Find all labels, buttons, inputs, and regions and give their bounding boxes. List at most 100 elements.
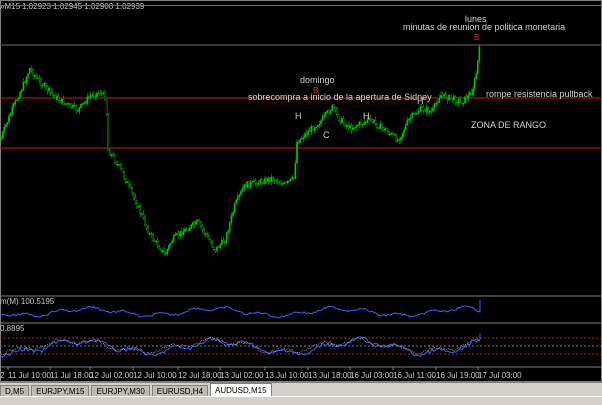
candle-body: [349, 125, 351, 129]
candle-body: [326, 110, 329, 113]
candle-body: [272, 176, 274, 181]
candle-body: [462, 102, 465, 105]
candle-body: [68, 103, 71, 105]
candle-body: [304, 133, 306, 138]
candle-body: [145, 224, 148, 228]
candle-body: [198, 219, 201, 223]
candle-body: [401, 132, 404, 138]
candle-body: [76, 110, 79, 112]
candle-body: [116, 163, 119, 166]
candle-body: [257, 183, 260, 186]
candle-body: [365, 121, 367, 124]
candle-body: [12, 103, 15, 108]
candle-body: [196, 219, 199, 222]
candle-body: [163, 250, 166, 254]
candle-body: [75, 105, 77, 111]
chart-canvas[interactable]: »M15 1.02923 1.02945 1.02900 1.02939 lun…: [0, 0, 602, 382]
candle-body: [244, 184, 247, 188]
candle-body: [188, 227, 191, 231]
candle-body: [86, 96, 89, 104]
candle-body: [59, 100, 61, 103]
candle-body: [429, 110, 431, 113]
time-label: 12 Jul 02:00: [90, 371, 134, 380]
candle-body: [325, 111, 327, 116]
indicator-2-label: 0.8895: [0, 324, 25, 333]
time-label: 16 Jul 19:00: [436, 371, 480, 380]
candle-body: [437, 102, 439, 104]
candle-body: [0, 137, 2, 141]
candle-body: [369, 117, 372, 120]
candle-body: [440, 95, 442, 99]
candle-body: [299, 138, 302, 144]
candle-body: [126, 181, 129, 184]
candle-body: [171, 240, 174, 244]
candle-body: [289, 178, 292, 182]
candle-body: [53, 93, 55, 96]
candle-body: [379, 123, 382, 129]
candle-body: [212, 246, 215, 250]
candle-body: [22, 81, 25, 91]
candle-body: [61, 98, 63, 103]
annotation-rompe: rompe resistencia pullback: [486, 89, 593, 99]
candle-body: [94, 95, 97, 98]
candle-body: [329, 110, 332, 114]
candle-body: [107, 114, 109, 151]
candle-body: [148, 233, 151, 235]
candle-body: [30, 67, 33, 70]
candle-body: [312, 126, 314, 131]
candle-body: [448, 94, 450, 101]
candle-body: [16, 99, 18, 102]
candle-body: [78, 107, 81, 112]
chart-window[interactable]: »M15 1.02923 1.02945 1.02900 1.02939 lun…: [0, 0, 602, 382]
candle-body: [281, 183, 284, 185]
candle-body: [65, 103, 68, 105]
candle-body: [120, 164, 122, 169]
candle-body: [235, 199, 238, 205]
candle-body: [142, 214, 145, 218]
candle-body: [100, 93, 103, 95]
candle-body: [184, 228, 186, 232]
candle-body: [278, 182, 281, 184]
candle-body: [43, 83, 45, 87]
candle-body: [225, 232, 228, 244]
candle-body: [54, 95, 57, 100]
candle-body: [227, 230, 230, 233]
candle-body: [285, 182, 287, 184]
candle-body: [38, 77, 41, 81]
candle-body: [357, 125, 359, 127]
candle-body: [57, 96, 60, 101]
candle-body: [73, 104, 76, 107]
candle-body: [454, 96, 457, 103]
candle-body: [118, 163, 121, 166]
candle-body: [48, 87, 50, 91]
candle-body: [105, 99, 108, 115]
candle-body: [81, 103, 84, 105]
time-label: 13 Jul 02:00: [220, 371, 264, 380]
candle-body: [265, 178, 268, 182]
candle-body: [337, 114, 340, 121]
candle-body: [478, 46, 481, 61]
candle-body: [389, 133, 391, 136]
candle-body: [446, 98, 449, 101]
candle-body: [97, 92, 100, 94]
candle-body: [297, 141, 300, 144]
candle-body: [358, 121, 361, 126]
candle-body: [441, 95, 444, 97]
time-label: 12 Jul 10:00: [133, 371, 177, 380]
candle-body: [200, 221, 202, 227]
candle-body: [238, 194, 241, 197]
candle-body: [104, 92, 106, 101]
candle-body: [121, 168, 124, 173]
candle-body: [230, 215, 233, 223]
candle-body: [3, 126, 5, 133]
candle-body: [208, 235, 210, 241]
candle-body: [262, 182, 265, 185]
candle-body: [206, 234, 209, 237]
candle-body: [283, 182, 286, 184]
candle-body: [219, 244, 222, 249]
indicator-2-line-main: [0, 333, 481, 358]
candle-body: [195, 220, 198, 225]
chart-tab[interactable]: AUDUSD,M15: [210, 383, 272, 397]
candle-body: [158, 246, 161, 250]
candle-body: [277, 180, 279, 183]
